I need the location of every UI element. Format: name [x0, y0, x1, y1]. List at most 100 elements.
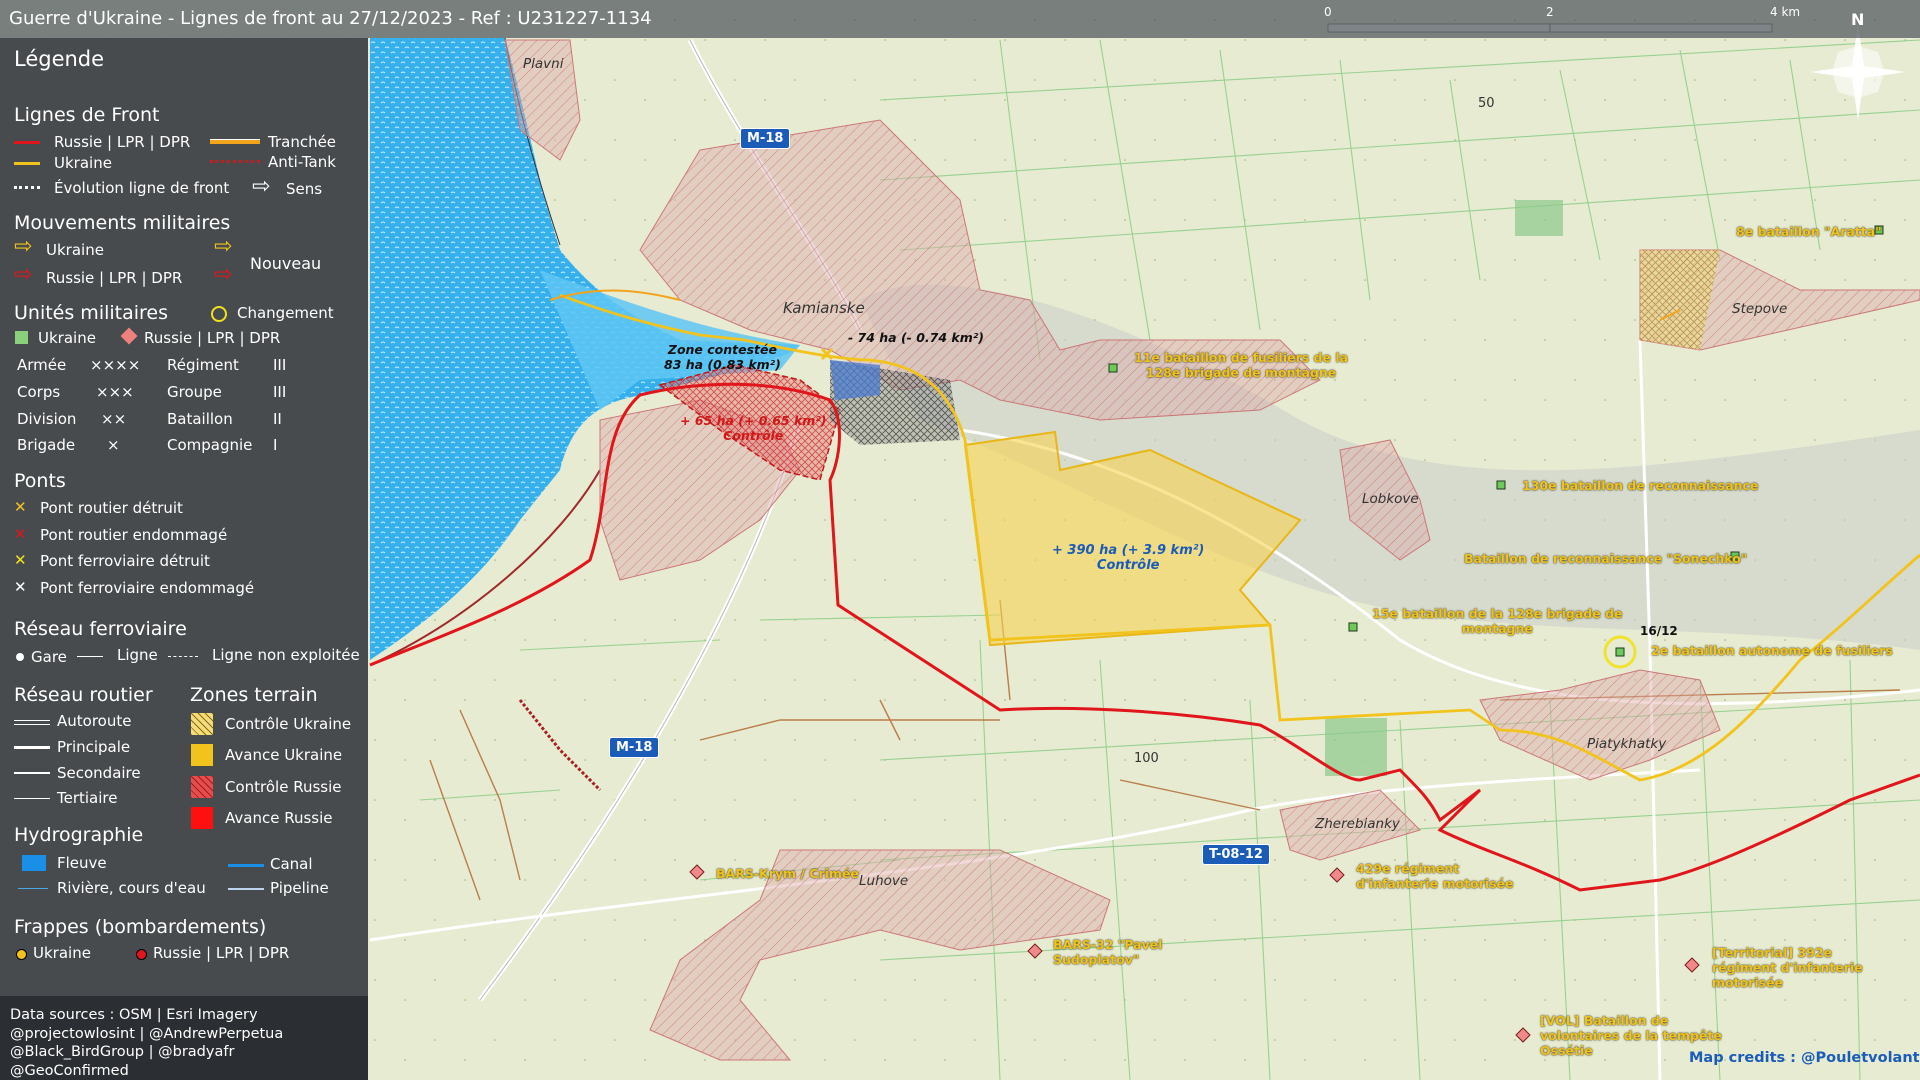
legend-front-ukraine: Ukraine: [54, 154, 112, 172]
russia-control-swatch: [191, 776, 213, 798]
unit-symbol-regiment: III: [273, 356, 287, 374]
legend-movements-ukraine: Ukraine: [46, 241, 104, 259]
rail-unused-swatch: [168, 656, 198, 657]
legend-strikes-russia: Russie | LPR | DPR: [153, 944, 290, 962]
legend-bridges-title: Ponts: [14, 470, 66, 492]
legend-title: Légende: [14, 47, 105, 71]
legend-units-change: Changement: [237, 304, 334, 322]
legend-zone-russia-advance: Avance Russie: [225, 809, 333, 827]
unit-label-130th-recon: 130e bataillon de reconnaissance: [1522, 478, 1759, 493]
trench-swatch: [210, 139, 260, 144]
road-bridge-destroyed-icon: ✕: [14, 498, 27, 516]
change-circle-icon: [211, 306, 227, 322]
elevation-50: 50: [1478, 96, 1495, 111]
legend-strikes-ukraine: Ukraine: [33, 944, 91, 962]
russia-advance-swatch: [191, 807, 213, 829]
legend-panel: Légende Lignes de Front Russie | LPR | D…: [0, 38, 368, 1080]
elevation-100: 100: [1134, 751, 1159, 766]
unit-size-battalion: Bataillon: [167, 410, 233, 428]
legend-road-tertiary: Tertiaire: [57, 789, 118, 807]
credit-line-3: @Black_BirdGroup | @bradyafr: [10, 1044, 235, 1060]
legend-road-highway: Autoroute: [57, 712, 132, 730]
legend-rail-line: Ligne: [117, 646, 158, 664]
russia-gain-65ha-label: + 65 ha (+ 0.65 km²) Contrôle: [680, 413, 827, 443]
unit-symbol-brigade: ×: [107, 436, 120, 454]
legend-hydro-canal: Canal: [270, 855, 313, 873]
unit-symbol-company: I: [273, 436, 278, 454]
russia-line-swatch: [14, 141, 40, 144]
canal-swatch: [228, 864, 264, 867]
legend-units-ukraine: Ukraine: [38, 329, 96, 347]
legend-bridge-road-damaged: Pont routier endommagé: [40, 526, 228, 544]
rail-line-swatch: [77, 656, 103, 657]
legend-units-russia: Russie | LPR | DPR: [144, 329, 281, 347]
legend-front-evolution: Évolution ligne de front: [54, 179, 230, 197]
map-title: Guerre d'Ukraine - Lignes de front au 27…: [9, 8, 652, 29]
legend-movements-new: Nouveau: [250, 254, 322, 273]
scale-tick-0: 0: [1324, 5, 1332, 19]
main-road-swatch: [14, 746, 50, 749]
town-zherebianky: Zherebianky: [1315, 816, 1400, 832]
legend-movements-title: Mouvements militaires: [14, 212, 231, 234]
new-ukraine-arrow-icon: ⇨: [214, 234, 233, 259]
data-credits: Data sources : OSM | Esri Imagery @proje…: [0, 996, 368, 1080]
scale-tick-4: 4 km: [1770, 5, 1801, 19]
credit-line-2: @projectowlosint | @AndrewPerpetua: [10, 1025, 284, 1042]
direction-arrow-icon: ⇨: [252, 174, 271, 199]
legend-front-title: Lignes de Front: [14, 104, 160, 126]
unit-label-8th-aratta: 8e bataillon "Aratta": [1736, 224, 1882, 239]
pipeline-swatch: [228, 888, 264, 890]
legend-rail-title: Réseau ferroviaire: [14, 618, 187, 640]
legend-hydro-river: Fleuve: [57, 854, 107, 872]
legend-zones-title: Zones terrain: [190, 684, 318, 706]
legend-zone-russia-control: Contrôle Russie: [225, 778, 342, 796]
town-piatykhatky: Piatykhatky: [1587, 736, 1667, 752]
unit-size-company: Compagnie: [167, 436, 253, 454]
map-credits: Map credits : @Pouletvolant3: [1689, 1050, 1920, 1066]
legend-movements-russia: Russie | LPR | DPR: [46, 269, 183, 287]
road-shield-m18-north: M-18: [740, 128, 791, 149]
russian-unit-bars-32: BARS-32 "Pavel Sudoplatov": [1053, 937, 1163, 967]
scale-tick-2: 2: [1546, 5, 1554, 19]
town-kamianske: Kamianske: [783, 299, 865, 317]
legend-units-title: Unités militaires: [14, 302, 169, 324]
ukraine-gain-390ha-label: + 390 ha (+ 3.9 km²) Contrôle: [1052, 543, 1205, 573]
unit-size-brigade: Brigade: [17, 436, 76, 454]
unit-symbol-group: III: [273, 383, 287, 401]
antitank-swatch: [210, 160, 260, 167]
secondary-road-swatch: [14, 772, 50, 774]
highway-swatch: [14, 720, 50, 725]
road-shield-m18-south: M-18: [609, 737, 660, 758]
legend-front-trench: Tranchée: [268, 133, 337, 151]
legend-front-antitank: Anti-Tank: [268, 153, 336, 171]
legend-front-russia: Russie | LPR | DPR: [54, 133, 191, 151]
rail-bridge-damaged-icon: ✕: [14, 578, 27, 596]
legend-zone-ukraine-control: Contrôle Ukraine: [225, 715, 352, 733]
unit-label-sonechko: Bataillon de reconnaissance "Sonechko": [1464, 551, 1748, 566]
loss-74ha-label: - 74 ha (- 0.74 km²): [848, 330, 984, 345]
town-stepove: Stepove: [1732, 301, 1788, 317]
unit-size-regiment: Régiment: [167, 356, 239, 374]
road-bridge-damaged-icon: ✕: [14, 525, 27, 543]
legend-roads-title: Réseau routier: [14, 684, 153, 706]
ukraine-advance-swatch: [191, 744, 213, 766]
ukraine-unit-square-icon: [15, 331, 28, 344]
stream-swatch: [18, 888, 48, 889]
legend-front-direction: Sens: [286, 180, 323, 198]
legend-road-main: Principale: [57, 738, 131, 756]
credit-line-4: @GeoConfirmed: [10, 1062, 129, 1079]
ukraine-strike-dot-icon: [16, 949, 27, 960]
unit-size-corps: Corps: [17, 383, 61, 401]
tertiary-road-swatch: [14, 798, 50, 799]
legend-zone-ukraine-advance: Avance Ukraine: [225, 746, 343, 764]
unit-symbol-army: ××××: [90, 356, 141, 374]
legend-rail-unused: Ligne non exploitée: [212, 646, 360, 664]
unit-label-15th-battalion: 15e bataillon de la 128e brigade de mont…: [1372, 606, 1623, 636]
new-russia-arrow-icon: ⇨: [214, 262, 233, 287]
ukraine-control-swatch: [191, 713, 213, 735]
river-swatch: [22, 855, 46, 871]
ukraine-line-swatch: [14, 162, 40, 165]
rail-bridge-destroyed-icon: ✕: [14, 551, 27, 569]
town-luhove: Luhove: [859, 873, 909, 889]
road-shield-t0812: T-08-12: [1202, 844, 1270, 865]
